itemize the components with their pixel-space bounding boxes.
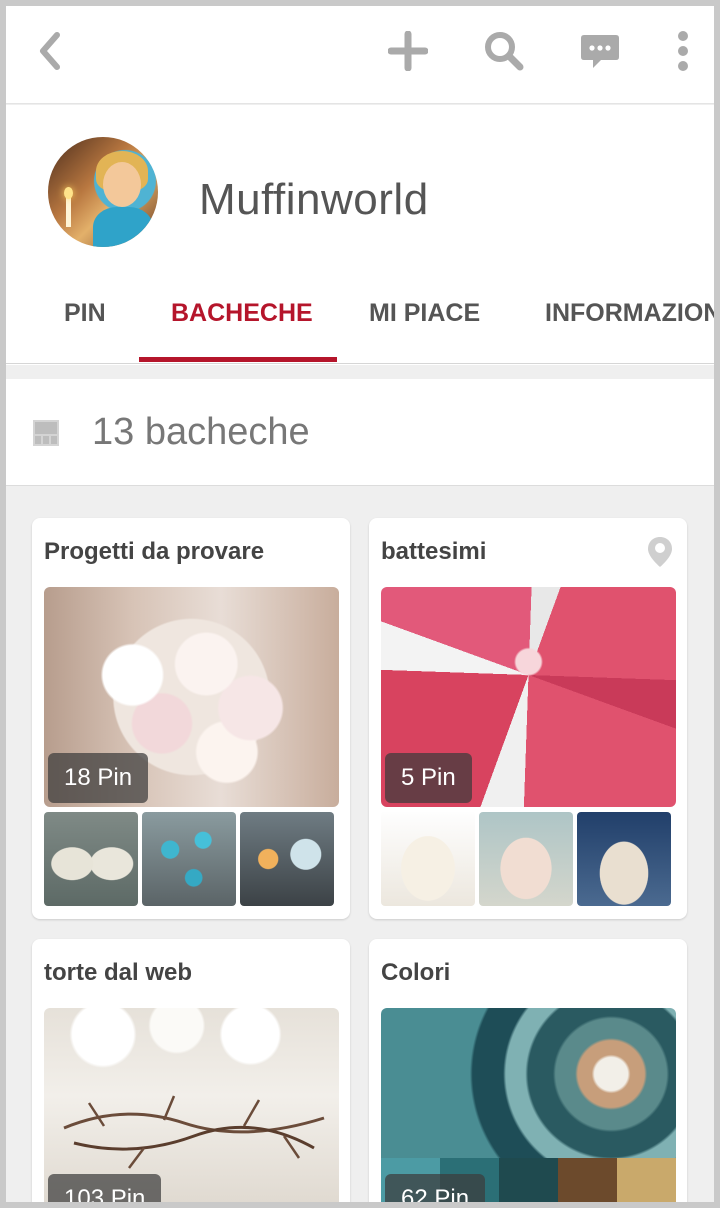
board-card[interactable]: Colori 62 Pin — [369, 939, 687, 1202]
boards-count: 13 bacheche — [92, 411, 310, 453]
back-icon[interactable] — [24, 26, 74, 76]
plus-icon[interactable] — [383, 26, 433, 76]
profile-header: Muffinworld PIN BACHECHE MI PIACE INFORM… — [6, 105, 714, 365]
board-grid-icon — [33, 420, 59, 446]
active-tab-indicator — [139, 357, 337, 362]
board-cover-image: 18 Pin — [44, 587, 339, 807]
tab-informazioni[interactable]: INFORMAZION — [545, 291, 714, 367]
pin-count-badge: 103 Pin — [48, 1174, 162, 1202]
board-thumbnails — [381, 812, 676, 906]
pin-count-badge: 18 Pin — [48, 753, 149, 803]
board-title: torte dal web — [44, 959, 193, 986]
board-cover-image: 62 Pin — [381, 1008, 676, 1202]
board-cover-image: 103 Pin — [44, 1008, 339, 1202]
message-icon[interactable] — [575, 26, 625, 76]
top-app-bar — [6, 6, 714, 104]
board-thumbnail — [142, 812, 236, 906]
profile-name: Muffinworld — [199, 175, 429, 224]
tab-bacheche[interactable]: BACHECHE — [171, 291, 313, 367]
tab-pin[interactable]: PIN — [64, 291, 106, 367]
board-title: Progetti da provare — [44, 538, 265, 565]
board-thumbnail — [44, 812, 138, 906]
board-title: battesimi — [381, 538, 487, 565]
pin-count-badge: 5 Pin — [385, 753, 472, 803]
color-swatch — [617, 1158, 676, 1202]
boards-count-bar: 13 bacheche — [6, 379, 714, 486]
profile-tabs: PIN BACHECHE MI PIACE INFORMAZION — [6, 291, 714, 367]
board-cover-image: 5 Pin — [381, 587, 676, 807]
board-thumbnail — [479, 812, 573, 906]
more-vertical-icon[interactable] — [658, 26, 708, 76]
board-card[interactable]: battesimi 5 Pin — [369, 518, 687, 919]
color-swatch — [558, 1158, 617, 1202]
pin-count-badge: 62 Pin — [385, 1174, 486, 1202]
avatar[interactable] — [48, 137, 158, 247]
color-swatch — [499, 1158, 558, 1202]
board-thumbnail — [240, 812, 334, 906]
tab-mi-piace[interactable]: MI PIACE — [369, 291, 480, 367]
board-card[interactable]: Progetti da provare 18 Pin — [32, 518, 350, 919]
location-pin-icon — [647, 536, 673, 568]
search-icon[interactable] — [479, 26, 529, 76]
app-frame: Muffinworld PIN BACHECHE MI PIACE INFORM… — [6, 6, 714, 1202]
board-thumbnail — [577, 812, 671, 906]
board-thumbnails — [44, 812, 339, 906]
divider — [6, 363, 714, 364]
board-title: Colori — [381, 959, 451, 986]
board-thumbnail — [381, 812, 475, 906]
board-card[interactable]: torte dal web 103 Pin — [32, 939, 350, 1202]
